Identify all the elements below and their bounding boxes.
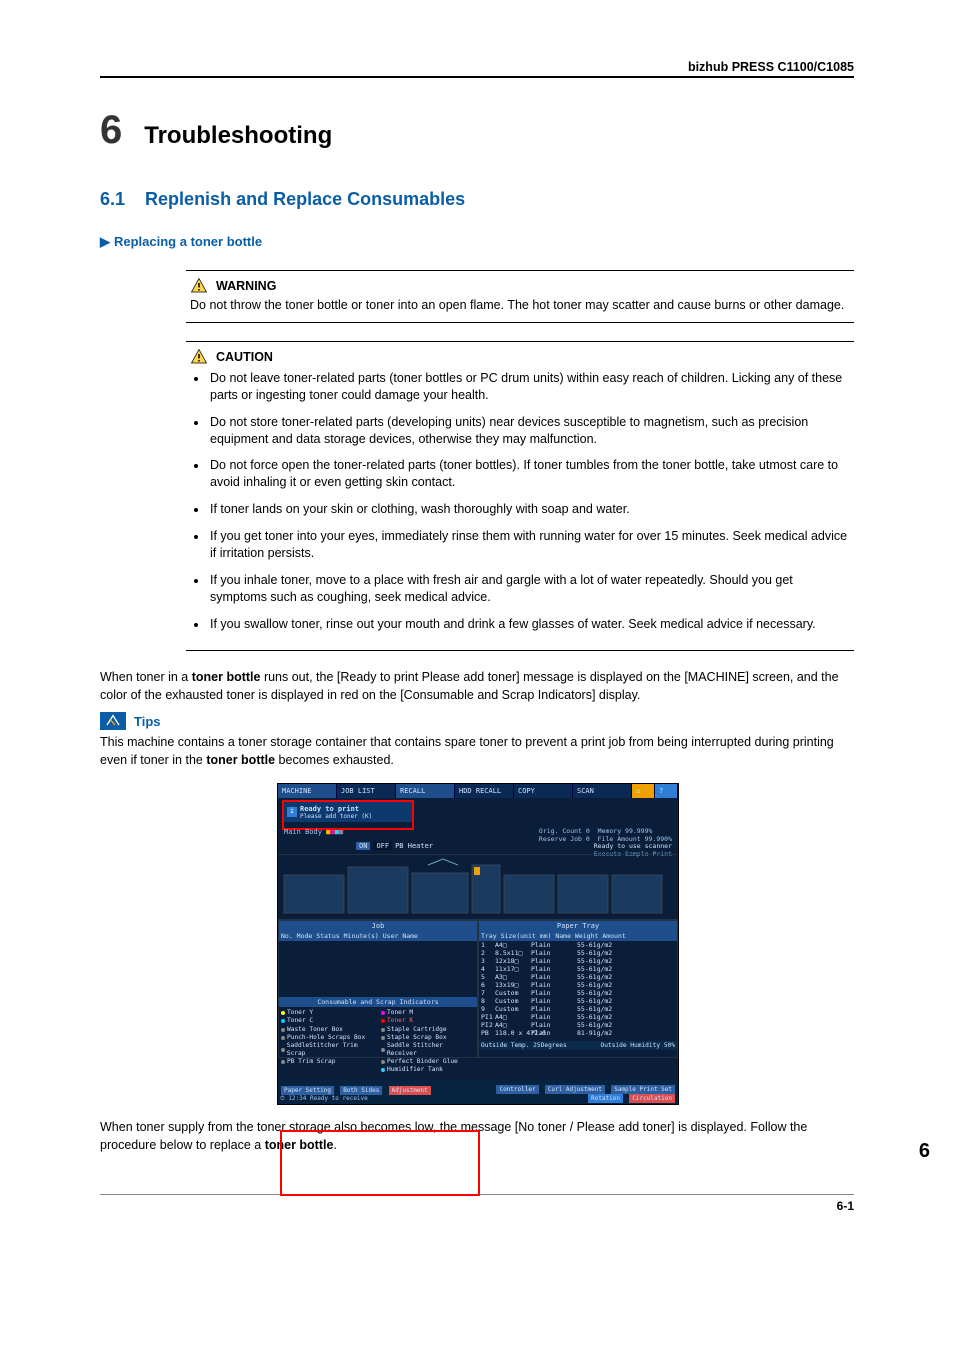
paper-tray-panel: Paper Tray Tray Size(unit mm) Name Weigh…	[478, 920, 678, 1058]
caution-box: CAUTION Do not leave toner-related parts…	[186, 341, 854, 652]
chapter-heading: 6 Troubleshooting	[100, 108, 854, 153]
section-number: 6.1	[100, 189, 125, 209]
screenshot-tabs: MACHINE JOB LIST RECALL HDD RECALL COPY …	[278, 784, 678, 798]
page-number: 6-1	[837, 1199, 854, 1213]
tab-joblist: JOB LIST	[337, 784, 396, 798]
warning-text: Do not throw the toner bottle or toner i…	[190, 297, 850, 314]
tips-heading: Tips	[100, 712, 854, 730]
chapter-title: Troubleshooting	[144, 122, 332, 150]
caution-item: Do not store toner-related parts (develo…	[208, 414, 850, 448]
body-paragraph-1: When toner in a toner bottle runs out, t…	[100, 669, 854, 704]
caution-item: If you inhale toner, move to a place wit…	[208, 572, 850, 606]
tab-scan: SCAN	[573, 784, 632, 798]
job-panel: Job No. Mode Status Minute(s) User Name …	[278, 920, 478, 1058]
caution-item: If you get toner into your eyes, immedia…	[208, 528, 850, 562]
machine-diagram	[278, 854, 678, 920]
subheading: ▶ Replacing a toner bottle	[100, 234, 854, 250]
info-icon: i	[287, 807, 297, 817]
warning-icon	[190, 277, 208, 295]
page-header: bizhub PRESS C1100/C1085	[100, 60, 854, 78]
section-title: Replenish and Replace Consumables	[145, 189, 465, 209]
page-footer: 6-1	[100, 1194, 854, 1213]
caution-item: If you swallow toner, rinse out your mou…	[208, 616, 850, 633]
side-page-number: 6	[919, 1140, 930, 1163]
tab-hdd: HDD RECALL	[455, 784, 514, 798]
product-name: bizhub PRESS C1100/C1085	[100, 60, 854, 74]
caution-item: If toner lands on your skin or clothing,…	[208, 501, 850, 518]
warning-box: WARNING Do not throw the toner bottle or…	[186, 270, 854, 323]
tips-text: This machine contains a toner storage co…	[100, 734, 854, 769]
caution-item: Do not force open the toner-related part…	[208, 457, 850, 491]
screenshot-bottom-bar: Paper Setting Both Sides Adjustment ⏱ 12…	[278, 1080, 678, 1104]
tab-machine: MACHINE	[278, 784, 337, 798]
caution-icon	[190, 348, 208, 366]
triangle-icon: ▶	[100, 234, 110, 249]
caution-item: Do not leave toner-related parts (toner …	[208, 370, 850, 404]
status-message: i Ready to print Please add toner (K)	[284, 802, 412, 822]
tips-icon	[100, 712, 126, 730]
subheading-text: Replacing a toner bottle	[114, 234, 262, 249]
caution-label: CAUTION	[216, 350, 273, 364]
machine-screenshot: MACHINE JOB LIST RECALL HDD RECALL COPY …	[277, 783, 677, 1105]
tips-label: Tips	[134, 714, 161, 729]
highlight-consumables	[280, 1130, 480, 1196]
tab-recall: RECALL	[396, 784, 455, 798]
warning-label: WARNING	[216, 279, 276, 293]
section-heading: 6.1 Replenish and Replace Consumables	[100, 189, 854, 210]
caution-list: Do not leave toner-related parts (toner …	[208, 370, 850, 633]
heater-toggle: ON OFF PB Heater	[356, 842, 433, 850]
help-icon: ?	[655, 784, 678, 798]
home-icon: ⌂	[632, 784, 655, 798]
tab-copy: COPY	[514, 784, 573, 798]
stats-row: Main Body ■■■■ Orig. Count 0 Memory 99.9…	[278, 828, 678, 840]
chapter-number: 6	[100, 108, 122, 153]
